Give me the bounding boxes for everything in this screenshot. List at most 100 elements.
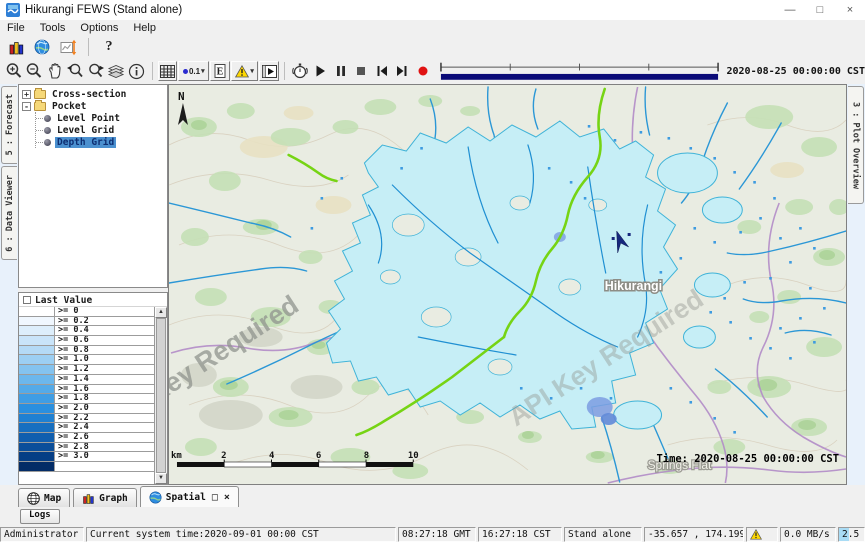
legend-scrollbar[interactable]: ▲ ▼ bbox=[155, 307, 167, 484]
right-tab-strip: 3 : Plot Overview bbox=[847, 84, 865, 485]
play-button[interactable] bbox=[310, 61, 330, 81]
step-back-button[interactable] bbox=[372, 61, 392, 81]
legend-row[interactable]: >= 0.4 bbox=[19, 326, 154, 336]
tab-forecast[interactable]: 5 : Forecast bbox=[1, 86, 17, 164]
tree-item-level-grid[interactable]: Level Grid bbox=[36, 124, 167, 136]
tab-data-viewer[interactable]: 6 : Data Viewer bbox=[1, 166, 17, 260]
tree-item-level-point[interactable]: Level Point bbox=[36, 112, 167, 124]
record-button[interactable] bbox=[413, 61, 433, 81]
logs-button[interactable]: Logs bbox=[20, 509, 60, 524]
title-bar[interactable]: Hikurangi FEWS (Stand alone) — □ × bbox=[0, 0, 865, 20]
movie-player-button[interactable] bbox=[259, 61, 279, 81]
legend-row-label: >= 1.0 bbox=[55, 355, 154, 364]
leaf-node-icon bbox=[44, 115, 51, 122]
legend-row[interactable]: >= 0 bbox=[19, 307, 154, 317]
legend-row-label: >= 2.4 bbox=[55, 423, 154, 432]
status-coordinates: -35.657 , 174.199 bbox=[644, 527, 744, 542]
tab-plot-overview[interactable]: 3 : Plot Overview bbox=[848, 86, 864, 204]
legend-row-label: >= 2.8 bbox=[55, 443, 154, 452]
last-value-checkbox[interactable] bbox=[23, 296, 31, 304]
help-button[interactable]: ? bbox=[99, 37, 119, 57]
legend-row[interactable]: >= 2.6 bbox=[19, 433, 154, 443]
toolbar-separator bbox=[152, 62, 153, 80]
tab-spatial[interactable]: Spatial □ × bbox=[140, 486, 239, 507]
legend-swatch bbox=[19, 462, 55, 471]
map-canvas[interactable]: API Key Required API Key Required Hikura… bbox=[169, 85, 846, 484]
thresholds-warning-dropdown[interactable]: ▾ bbox=[231, 61, 258, 81]
scrollbar-thumb[interactable] bbox=[156, 318, 166, 473]
tree-expander-icon[interactable]: - bbox=[22, 102, 31, 111]
legend-swatch bbox=[19, 307, 55, 316]
step-forward-button[interactable] bbox=[392, 61, 412, 81]
status-warning-cell[interactable] bbox=[746, 527, 778, 542]
precision-dropdown[interactable]: 0.1 ▾ bbox=[178, 61, 209, 81]
folder-icon bbox=[34, 102, 46, 111]
maximize-button[interactable]: □ bbox=[805, 0, 835, 20]
legend-row[interactable]: >= 2.8 bbox=[19, 443, 154, 453]
scrollbar-track[interactable] bbox=[155, 318, 167, 473]
animation-timer-icon[interactable] bbox=[290, 61, 310, 81]
status-gmt-time: 08:27:18 GMT bbox=[398, 527, 476, 542]
scroll-up-icon[interactable]: ▲ bbox=[155, 307, 167, 318]
tab-maximize-icon[interactable]: □ bbox=[212, 492, 218, 503]
legend-swatch bbox=[19, 317, 55, 326]
legend-panel: Last Value >= 0 >= 0.2 >= 0.4 >= 0.6 >= … bbox=[18, 292, 168, 485]
layers-button[interactable] bbox=[107, 61, 127, 81]
chevron-down-icon: ▾ bbox=[250, 67, 254, 75]
zoom-out-button[interactable] bbox=[25, 61, 45, 81]
tree-item-pocket[interactable]: - Pocket bbox=[22, 100, 167, 112]
zoom-previous-button[interactable] bbox=[66, 61, 86, 81]
filter-tree[interactable]: + Cross-section - Pocket Level Point bbox=[18, 84, 168, 288]
tab-map[interactable]: Map bbox=[18, 488, 70, 507]
tree-item-label[interactable]: Level Point bbox=[55, 113, 122, 124]
tree-expander-icon[interactable]: + bbox=[22, 90, 31, 99]
legend-header: Last Value bbox=[19, 293, 167, 307]
spatial-map[interactable]: API Key Required API Key Required Hikura… bbox=[168, 84, 847, 485]
classification-button[interactable]: E bbox=[210, 61, 230, 81]
menu-file[interactable]: File bbox=[7, 22, 25, 34]
scroll-down-icon[interactable]: ▼ bbox=[155, 473, 167, 484]
grid-display-button[interactable] bbox=[158, 61, 178, 81]
timeline-slider[interactable] bbox=[439, 61, 720, 81]
legend-list: >= 0 >= 0.2 >= 0.4 >= 0.6 >= 0.8 >= 1.0 … bbox=[19, 307, 155, 484]
spatial-display-icon[interactable] bbox=[58, 37, 78, 57]
tree-item-label[interactable]: Pocket bbox=[50, 101, 88, 112]
zoom-in-button[interactable] bbox=[4, 61, 24, 81]
zoom-next-button[interactable] bbox=[86, 61, 106, 81]
pan-hand-button[interactable] bbox=[45, 61, 65, 81]
pause-button[interactable] bbox=[331, 61, 351, 81]
close-button[interactable]: × bbox=[835, 0, 865, 20]
legend-row[interactable]: >= 1.4 bbox=[19, 375, 154, 385]
warning-icon bbox=[750, 529, 762, 540]
legend-row-label: >= 0.6 bbox=[55, 336, 154, 345]
legend-row[interactable]: >= 1.8 bbox=[19, 394, 154, 404]
legend-row[interactable]: >= 2.2 bbox=[19, 414, 154, 424]
legend-row[interactable]: >= 1.2 bbox=[19, 365, 154, 375]
database-icon[interactable] bbox=[6, 37, 26, 57]
tree-item-label[interactable]: Cross-section bbox=[50, 89, 128, 100]
menu-tools[interactable]: Tools bbox=[40, 22, 66, 34]
tree-item-label[interactable]: Level Grid bbox=[55, 125, 116, 136]
minimize-button[interactable]: — bbox=[775, 0, 805, 20]
chevron-down-icon: ▾ bbox=[201, 67, 205, 75]
warning-triangle-icon bbox=[235, 65, 249, 78]
info-button[interactable] bbox=[127, 61, 147, 81]
legend-row[interactable]: >= 0.6 bbox=[19, 336, 154, 346]
tree-item-cross-section[interactable]: + Cross-section bbox=[22, 88, 167, 100]
tree-item-label-selected[interactable]: Depth Grid bbox=[55, 137, 116, 148]
legend-row[interactable] bbox=[19, 462, 154, 472]
map-display-icon[interactable] bbox=[32, 37, 52, 57]
tab-close-icon[interactable]: × bbox=[224, 492, 230, 503]
tree-item-depth-grid[interactable]: Depth Grid bbox=[36, 136, 167, 148]
legend-row[interactable]: >= 0.2 bbox=[19, 317, 154, 327]
legend-row[interactable]: >= 2.4 bbox=[19, 423, 154, 433]
menu-options[interactable]: Options bbox=[80, 22, 118, 34]
tab-graph[interactable]: Graph bbox=[73, 488, 137, 507]
menu-help[interactable]: Help bbox=[133, 22, 156, 34]
legend-row[interactable]: >= 1.0 bbox=[19, 355, 154, 365]
legend-row[interactable]: >= 2.0 bbox=[19, 404, 154, 414]
stop-button[interactable] bbox=[351, 61, 371, 81]
legend-row[interactable]: >= 0.8 bbox=[19, 346, 154, 356]
legend-row[interactable]: >= 3.0 bbox=[19, 452, 154, 462]
legend-row[interactable]: >= 1.6 bbox=[19, 385, 154, 395]
